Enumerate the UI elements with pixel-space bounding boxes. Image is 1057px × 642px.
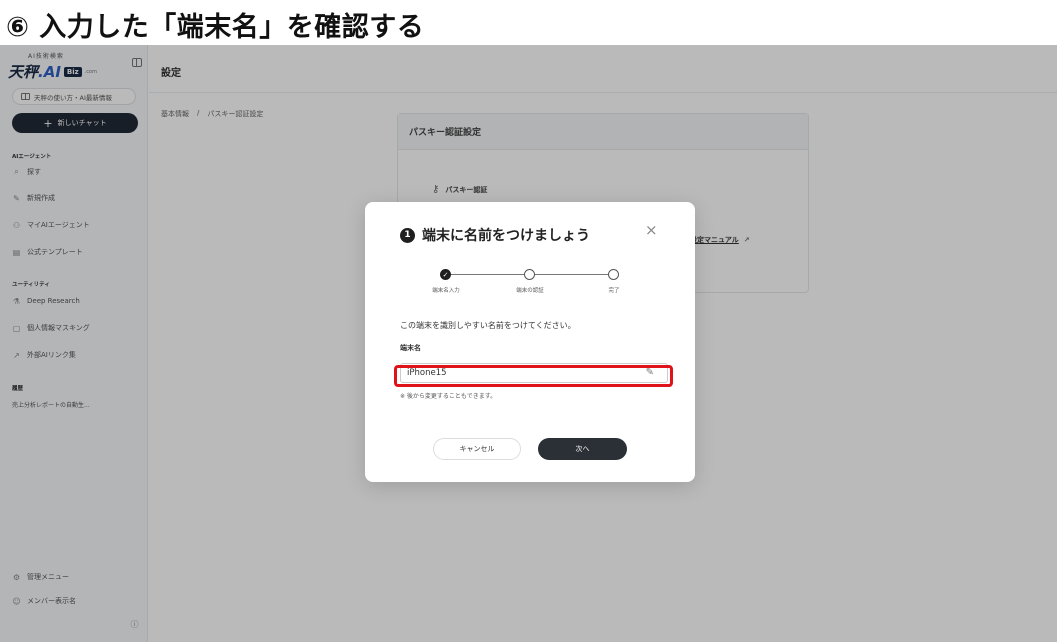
- step-connector: [535, 274, 608, 275]
- modal-title-text: 端末に名前をつけましょう: [422, 228, 590, 244]
- modal-title: 1 端末に名前をつけましょう: [400, 225, 590, 245]
- step-label-1: 端末名入力: [432, 288, 460, 294]
- step-circle: [524, 269, 535, 280]
- step-label-3: 完了: [608, 288, 620, 294]
- instruction-text: この端末を識別しやすい名前をつけてください。: [400, 321, 576, 330]
- close-icon[interactable]: ×: [645, 223, 658, 238]
- cancel-button[interactable]: キャンセル: [433, 438, 521, 460]
- device-name-label: 端末名: [400, 344, 421, 352]
- step-number-badge: 1: [400, 227, 415, 243]
- step-label-2: 端末の認証: [516, 288, 544, 294]
- step-check-icon: ✓: [440, 269, 451, 280]
- app-screenshot: AI技術検索 天秤.AI Biz .com 天秤の使い方・AI最新情報 + 新し…: [0, 45, 1057, 642]
- step-heading: ⑥ 入力した「端末名」を確認する: [6, 11, 425, 43]
- progress-stepper: ✓ 端末名入力 端末の認証 完了: [413, 267, 643, 297]
- next-button[interactable]: 次へ: [538, 438, 627, 460]
- device-name-modal: 1 端末に名前をつけましょう × ✓ 端末名入力 端末の認証 完了 この端末を識…: [365, 202, 695, 482]
- step-connector: [451, 274, 524, 275]
- hint-text: ※ 後から変更することもできます。: [400, 393, 497, 400]
- step-circle: [608, 269, 619, 280]
- highlight-box: [394, 365, 673, 387]
